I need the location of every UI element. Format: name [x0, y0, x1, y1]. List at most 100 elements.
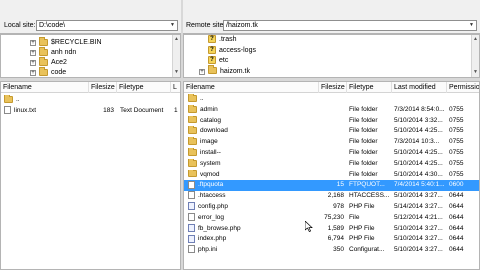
tree-item[interactable]: + $RECYCLE.BIN	[30, 36, 102, 48]
file-name-cell: .htaccess	[188, 191, 318, 202]
file-row[interactable]: php.ini 350 Configurat... 5/10/2014 3:27...…	[184, 245, 479, 256]
tree-item[interactable]: + code	[30, 66, 66, 78]
file-modified: 5/10/2014 4:30...	[394, 170, 443, 178]
php-file-icon	[188, 202, 195, 211]
file-modified: 5/10/2014 3:27...	[394, 224, 443, 232]
file-icon	[188, 245, 195, 254]
file-permissions: 0755	[449, 159, 464, 167]
file-name-cell: linux.txt	[4, 106, 88, 117]
expand-icon[interactable]: +	[30, 70, 36, 76]
file-type: HTACCESS...	[349, 192, 390, 200]
chevron-down-icon[interactable]: ▼	[467, 21, 476, 30]
file-permissions: 0644	[449, 224, 464, 232]
remote-site-path-input[interactable]: /haizom.tk ▼	[223, 20, 477, 31]
file-row[interactable]: vqmod File folder 5/10/2014 4:30... 0755	[184, 169, 479, 181]
file-row[interactable]: download File folder 5/10/2014 4:25... 0755	[184, 126, 479, 137]
scroll-up-icon[interactable]: ▲	[472, 35, 479, 44]
local-directory-tree[interactable]: + $RECYCLE.BIN + anh ndn + Ace2 + code ▲ ▼	[0, 34, 181, 78]
local-site-bar: Local site: D:\code\ ▼	[0, 0, 181, 34]
file-permissions: 0644	[449, 192, 464, 200]
file-row[interactable]: admin File folder 7/3/2014 8:54:0... 0755	[184, 104, 479, 116]
file-size	[319, 94, 344, 105]
file-name-cell: install--	[188, 148, 318, 159]
file-name: image	[200, 138, 218, 146]
col-filesize[interactable]: Filesize	[319, 82, 347, 93]
file-row[interactable]: config.php 978 PHP File 5/14/2014 3:27... 06…	[184, 202, 479, 213]
folder-icon	[208, 65, 217, 75]
file-name-cell: ..	[4, 95, 88, 106]
local-site-label: Local site:	[4, 22, 36, 29]
file-name: .htaccess	[198, 192, 226, 200]
file-name: system	[200, 159, 221, 167]
tree-item-label: .trash	[219, 36, 237, 43]
expand-icon[interactable]: +	[30, 60, 36, 66]
tree-item-label: anh ndn	[51, 49, 77, 56]
tree-item[interactable]: ? .trash	[208, 35, 237, 45]
file-permissions: 0755	[449, 149, 464, 156]
local-file-list[interactable]: Filename Filesize Filetype L .. linux.txt…	[0, 81, 181, 270]
local-tree-scrollbar[interactable]: ▲ ▼	[172, 35, 180, 77]
file-name-cell: admin	[188, 104, 318, 116]
file-name: fb_browse.php	[198, 224, 241, 232]
local-site-path-input[interactable]: D:\code\ ▼	[36, 20, 178, 31]
folder-icon	[188, 104, 197, 113]
file-row[interactable]: linux.txt 183 Text Document 1	[1, 106, 180, 117]
file-type: File folder	[349, 149, 378, 156]
file-row-selected[interactable]: .ftpquota 15 FTPQUOT... 7/4/2014 5:40:1... 0…	[184, 180, 479, 191]
file-row[interactable]: catalog File folder 5/10/2014 3:32... 0755	[184, 115, 479, 127]
col-filename[interactable]: Filename	[184, 82, 319, 93]
file-icon	[188, 213, 195, 222]
file-name-cell: vqmod	[188, 169, 318, 181]
col-last-modified[interactable]: Last modified	[392, 82, 447, 93]
expand-icon[interactable]: +	[199, 68, 205, 75]
file-name-cell: system	[188, 158, 318, 170]
scroll-down-icon[interactable]: ▼	[173, 68, 180, 77]
file-modified: 5/10/2014 4:25...	[394, 127, 443, 135]
file-row[interactable]: error_log 75,230 File 5/12/2014 4:21... 0644	[184, 213, 479, 224]
file-size: 350	[333, 246, 344, 254]
remote-directory-tree[interactable]: ? .trash? access-logs? etc + haizom.tk ▲ ▼	[183, 34, 480, 78]
remote-file-list[interactable]: Filename Filesize Filetype Last modified…	[183, 81, 480, 270]
file-modified: 5/10/2014 3:32...	[394, 116, 443, 124]
folder-icon	[188, 94, 197, 102]
file-row[interactable]: index.php 6,794 PHP File 5/10/2014 3:27... 0…	[184, 234, 479, 245]
expand-icon[interactable]: +	[30, 40, 36, 46]
file-row[interactable]: ..	[184, 94, 479, 105]
chevron-down-icon[interactable]: ▼	[168, 21, 177, 30]
scroll-up-icon[interactable]: ▲	[173, 35, 180, 44]
scroll-down-icon[interactable]: ▼	[472, 68, 479, 77]
file-row[interactable]: ..	[1, 95, 180, 106]
file-row[interactable]: .htaccess 2,168 HTACCESS... 5/10/2014 3:27.…	[184, 191, 479, 202]
file-name: ..	[16, 96, 20, 103]
col-last[interactable]: L	[171, 82, 180, 93]
col-permissions[interactable]: Permissio	[447, 82, 479, 93]
file-permissions: 0755	[449, 170, 464, 178]
file-row[interactable]: install-- File folder 5/10/2014 4:25... 075…	[184, 148, 479, 159]
col-filetype[interactable]: Filetype	[117, 82, 171, 93]
file-name-cell: fb_browse.php	[188, 223, 318, 235]
expand-icon[interactable]: +	[30, 50, 36, 56]
tree-item-label: Ace2	[51, 59, 67, 66]
file-row[interactable]: system File folder 5/10/2014 4:25... 0755	[184, 158, 479, 170]
tree-item-label: etc	[219, 57, 229, 64]
file-type: FTPQUOT...	[349, 181, 385, 189]
file-type: PHP File	[349, 235, 375, 243]
col-filetype[interactable]: Filetype	[347, 82, 392, 93]
file-permissions: 0755	[449, 105, 464, 113]
file-modified: 7/3/2014 8:54:0...	[394, 105, 445, 113]
file-icon	[4, 106, 11, 115]
remote-tree-scrollbar[interactable]: ▲ ▼	[471, 35, 479, 77]
file-row[interactable]: fb_browse.php 1,589 PHP File 5/10/2014 3:27…	[184, 223, 479, 235]
folder-icon	[188, 137, 197, 145]
folder-icon	[188, 126, 197, 135]
tree-item[interactable]: ? access-logs	[208, 45, 256, 56]
file-type: File folder	[349, 170, 378, 178]
tree-item[interactable]: + haizom.tk	[199, 65, 250, 77]
file-name: catalog	[200, 116, 221, 124]
file-row[interactable]: image File folder 7/3/2014 10:3... 0755	[184, 137, 479, 148]
file-size	[319, 170, 344, 181]
folder-icon	[39, 36, 48, 46]
file-permissions: 0600	[449, 181, 464, 189]
col-filesize[interactable]: Filesize	[89, 82, 117, 93]
col-filename[interactable]: Filename	[1, 82, 89, 93]
